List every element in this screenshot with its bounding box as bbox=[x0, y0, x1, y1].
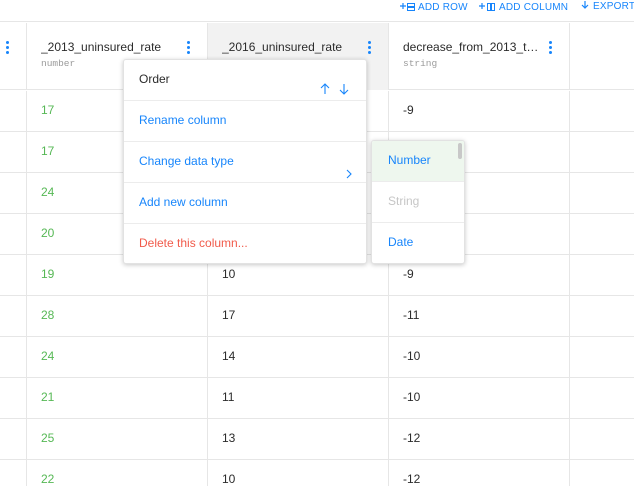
column-name: _2016_uninsured_rate bbox=[222, 40, 343, 54]
table-row: 28 17 -11 bbox=[0, 296, 634, 337]
row-gutter bbox=[0, 173, 27, 214]
change-type-label: Change data type bbox=[139, 154, 234, 168]
order-label: Order bbox=[139, 72, 170, 86]
table-cell[interactable]: -12 bbox=[389, 460, 570, 486]
toolbar: ADD ROW ADD COLUMN EXPORT bbox=[0, 0, 634, 22]
table-cell[interactable]: 14 bbox=[208, 337, 389, 378]
table-cell[interactable]: 11 bbox=[208, 378, 389, 419]
column-menu-icon[interactable] bbox=[183, 39, 193, 55]
type-option-date[interactable]: Date bbox=[372, 223, 464, 263]
column-header-decrease[interactable]: decrease_from_2013_t… string bbox=[389, 23, 570, 90]
menu-item-add-column[interactable]: Add new column bbox=[124, 183, 366, 224]
submenu-scrollbar[interactable] bbox=[458, 143, 462, 159]
menu-item-rename[interactable]: Rename column bbox=[124, 101, 366, 142]
column-header-0 bbox=[0, 23, 27, 90]
row-gutter bbox=[0, 337, 27, 378]
add-row-label: ADD ROW bbox=[418, 1, 468, 13]
column-context-menu: Order Rename column Change data type Add… bbox=[123, 59, 367, 264]
table-cell[interactable]: -10 bbox=[389, 378, 570, 419]
table-row: 25 13 -12 bbox=[0, 419, 634, 460]
export-button[interactable]: EXPORT bbox=[580, 0, 634, 13]
table-cell[interactable]: -11 bbox=[389, 296, 570, 337]
row-gutter bbox=[0, 419, 27, 460]
table-cell[interactable]: -9 bbox=[389, 91, 570, 132]
add-column-button[interactable]: ADD COLUMN bbox=[479, 0, 568, 14]
table-cell[interactable]: 24 bbox=[27, 337, 208, 378]
row-gutter bbox=[0, 296, 27, 337]
table-cell[interactable]: 25 bbox=[27, 419, 208, 460]
row-gutter bbox=[0, 132, 27, 173]
column-menu-icon[interactable] bbox=[364, 39, 374, 55]
table-cell[interactable]: 10 bbox=[208, 460, 389, 486]
column-menu-icon[interactable] bbox=[2, 39, 12, 55]
column-type: string bbox=[403, 58, 438, 69]
table-cell[interactable]: 13 bbox=[208, 419, 389, 460]
row-gutter bbox=[0, 378, 27, 419]
table-cell[interactable]: -10 bbox=[389, 337, 570, 378]
table-cell[interactable]: 28 bbox=[27, 296, 208, 337]
type-option-number[interactable]: Number bbox=[372, 141, 464, 182]
row-gutter bbox=[0, 460, 27, 486]
export-label: EXPORT bbox=[593, 0, 634, 12]
data-type-submenu: Number String Date bbox=[371, 140, 465, 264]
table-cell[interactable]: -12 bbox=[389, 419, 570, 460]
rename-label: Rename column bbox=[139, 113, 227, 127]
download-icon bbox=[580, 1, 590, 11]
column-name: _2013_uninsured_rate bbox=[41, 40, 162, 54]
menu-item-change-type[interactable]: Change data type bbox=[124, 142, 366, 183]
add-column-icon bbox=[479, 2, 496, 12]
table-row: 21 11 -10 bbox=[0, 378, 634, 419]
delete-column-label: Delete this column... bbox=[139, 236, 248, 250]
add-row-button[interactable]: ADD ROW bbox=[400, 0, 468, 14]
row-gutter bbox=[0, 255, 27, 296]
menu-item-delete-column[interactable]: Delete this column... bbox=[124, 224, 366, 265]
table-row: 22 10 -12 bbox=[0, 460, 634, 486]
table-cell[interactable]: 21 bbox=[27, 378, 208, 419]
add-row-icon bbox=[400, 2, 415, 12]
column-type: number bbox=[41, 58, 76, 69]
row-gutter bbox=[0, 91, 27, 132]
add-column-label: ADD COLUMN bbox=[499, 1, 569, 13]
type-option-string: String bbox=[372, 182, 464, 223]
column-name: decrease_from_2013_t… bbox=[403, 40, 539, 54]
column-menu-icon[interactable] bbox=[545, 39, 555, 55]
menu-item-order: Order bbox=[124, 60, 366, 101]
table-cell[interactable]: 22 bbox=[27, 460, 208, 486]
column-header-extra bbox=[570, 23, 634, 90]
add-column-menu-label: Add new column bbox=[139, 195, 228, 209]
table-cell[interactable]: 17 bbox=[208, 296, 389, 337]
row-gutter bbox=[0, 214, 27, 255]
table-row: 24 14 -10 bbox=[0, 337, 634, 378]
